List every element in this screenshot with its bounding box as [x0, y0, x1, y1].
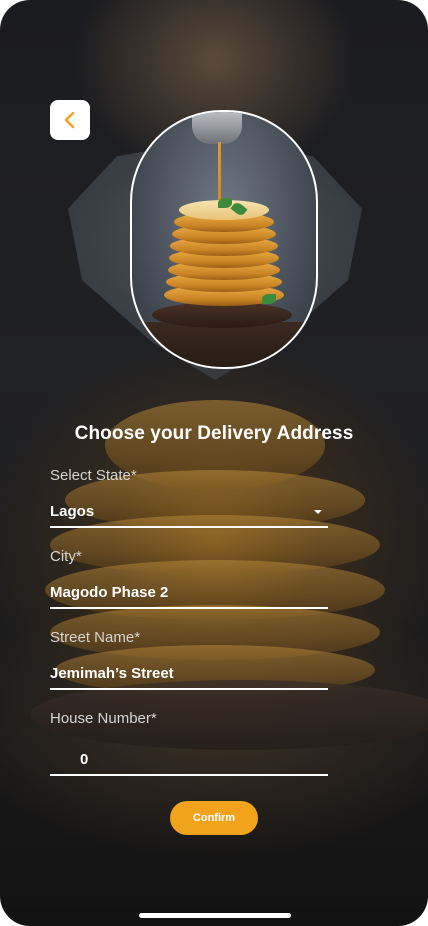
- caret-down-icon: [314, 510, 322, 514]
- house-number-label: House Number*: [50, 710, 157, 727]
- street-input-value: Jemimah’s Street: [50, 665, 174, 682]
- state-select-value: Lagos: [50, 503, 95, 520]
- state-label: Select State*: [50, 467, 137, 484]
- delivery-address-screen: Choose your Delivery Address Select Stat…: [0, 0, 428, 926]
- state-select[interactable]: Lagos: [50, 503, 328, 528]
- confirm-button[interactable]: Confirm: [170, 801, 258, 835]
- page-title: Choose your Delivery Address: [74, 423, 354, 444]
- home-indicator: [139, 913, 291, 918]
- city-label: City*: [50, 548, 82, 565]
- house-number-value: 0: [80, 751, 89, 768]
- street-label: Street Name*: [50, 629, 141, 646]
- city-input[interactable]: Magodo Phase 2: [50, 584, 328, 609]
- house-number-input[interactable]: 0: [50, 751, 328, 776]
- chevron-left-icon: [64, 111, 75, 129]
- street-input[interactable]: Jemimah’s Street: [50, 665, 328, 690]
- back-button[interactable]: [50, 100, 90, 140]
- city-input-value: Magodo Phase 2: [50, 584, 169, 601]
- hero-food-image: [130, 110, 318, 369]
